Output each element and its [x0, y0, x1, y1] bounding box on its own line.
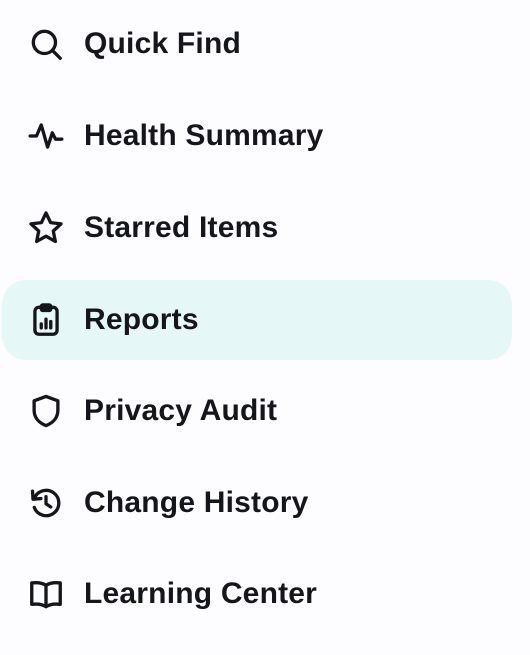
nav-item-starred-items[interactable]: Starred Items — [2, 188, 512, 268]
nav-item-reports[interactable]: Reports — [2, 280, 512, 360]
star-icon — [27, 209, 65, 247]
book-open-icon — [27, 575, 65, 613]
nav-item-label: Learning Center — [84, 577, 318, 610]
nav-item-learning-center[interactable]: Learning Center — [2, 554, 512, 634]
nav-item-label: Starred Items — [84, 211, 279, 244]
clipboard-chart-icon — [27, 301, 65, 339]
nav-item-label: Privacy Audit — [84, 394, 278, 427]
nav-item-label: Health Summary — [84, 119, 324, 152]
history-icon — [27, 484, 65, 522]
nav-item-health-summary[interactable]: Health Summary — [2, 96, 512, 176]
nav-item-label: Change History — [84, 486, 309, 519]
nav-item-label: Quick Find — [84, 27, 242, 60]
sidebar-nav: Quick Find Health Summary Starred Items … — [0, 0, 530, 655]
nav-item-change-history[interactable]: Change History — [2, 463, 512, 543]
shield-icon — [27, 392, 65, 430]
nav-item-privacy-audit[interactable]: Privacy Audit — [2, 371, 512, 451]
activity-icon — [27, 117, 65, 155]
nav-item-quick-find[interactable]: Quick Find — [2, 4, 512, 84]
search-icon — [27, 25, 65, 63]
nav-item-label: Reports — [84, 303, 199, 336]
